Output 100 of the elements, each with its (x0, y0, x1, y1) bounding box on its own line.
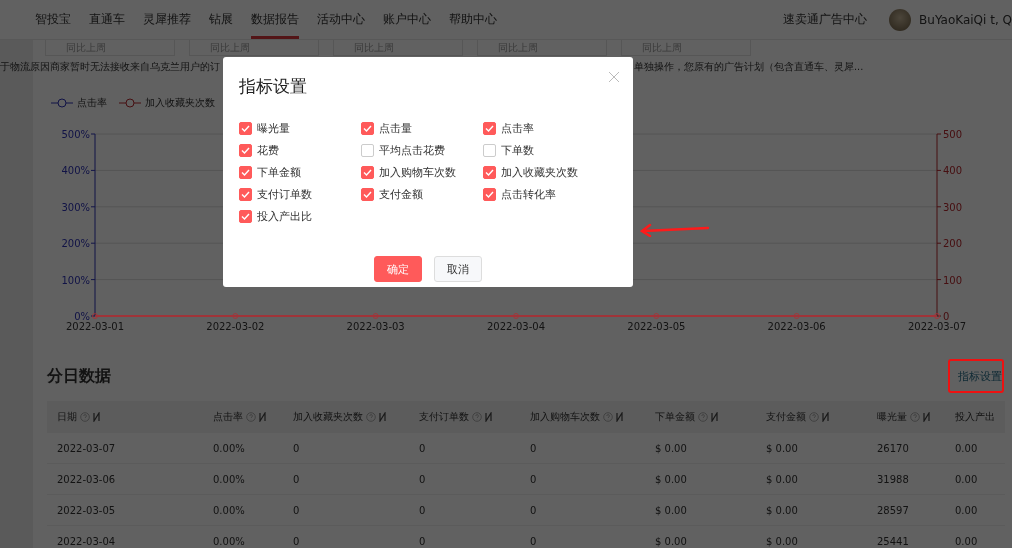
table-cell: 0 (283, 433, 409, 464)
sort-icon[interactable] (822, 412, 829, 422)
table-cell: 0 (283, 525, 409, 548)
column-header[interactable]: 点击率 (213, 410, 243, 424)
checkbox[interactable] (239, 165, 252, 179)
nav-tab[interactable]: 钻展 (209, 0, 233, 39)
checkbox-label[interactable]: 下单金额 (257, 164, 301, 180)
y-axis-label: 500% (61, 129, 90, 140)
sort-icon[interactable] (711, 412, 718, 422)
table-cell: 0.00 (945, 463, 1005, 495)
checkbox-label[interactable]: 点击转化率 (501, 186, 556, 202)
sort-icon[interactable] (93, 412, 100, 422)
y-axis-label: 500 (943, 129, 963, 140)
sort-icon[interactable] (379, 412, 386, 422)
nav-tab[interactable]: 智投宝 (35, 0, 71, 39)
help-icon[interactable] (698, 412, 708, 422)
checkbox-label[interactable]: 点击率 (501, 120, 534, 136)
nav-tab[interactable]: 直通车 (89, 0, 125, 39)
table-cell: 0 (409, 433, 520, 464)
checkbox-label[interactable]: 曝光量 (257, 120, 290, 136)
table-cell: $ 0.00 (645, 525, 756, 548)
avatar[interactable] (889, 8, 912, 31)
y-axis-label: 300 (943, 201, 963, 213)
metric-settings-link[interactable]: 指标设置 (958, 368, 1002, 384)
user-name[interactable]: BuYaoKaiQi t, Q (919, 12, 1012, 27)
checkbox-label[interactable]: 下单数 (501, 142, 534, 158)
nav-tab[interactable]: 活动中心 (317, 0, 365, 39)
sort-icon[interactable] (485, 412, 492, 422)
x-axis-label: 2022-03-01 (65, 321, 125, 330)
nav-tab[interactable]: 灵犀推荐 (143, 0, 191, 39)
checkbox[interactable] (361, 143, 374, 157)
table-cell: 0 (520, 525, 645, 548)
checkbox[interactable] (239, 187, 252, 201)
checkbox-label[interactable]: 投入产出比 (257, 208, 312, 224)
sort-icon[interactable] (923, 412, 930, 422)
table-cell: 2022-03-04 (47, 525, 203, 548)
checkbox[interactable] (239, 121, 252, 135)
checkbox-label[interactable]: 平均点击花费 (379, 142, 445, 158)
cancel-button[interactable]: 取消 (434, 256, 482, 282)
help-icon[interactable] (603, 412, 613, 422)
checkbox-label[interactable]: 加入收藏夹次数 (501, 164, 578, 180)
y-axis-label: 200% (61, 238, 90, 250)
table-cell: $ 0.00 (645, 433, 756, 464)
checkbox[interactable] (483, 165, 496, 179)
table-cell: 0 (520, 433, 645, 464)
table-cell: 0 (409, 463, 520, 495)
table-cell: 25441 (867, 525, 945, 548)
checkbox[interactable] (361, 187, 374, 201)
table-cell: 0.00 (945, 433, 1005, 464)
table-cell: 28597 (867, 494, 945, 526)
help-icon[interactable] (809, 412, 819, 422)
help-icon[interactable] (472, 412, 482, 422)
checkbox[interactable] (361, 165, 374, 179)
x-axis-label: 2022-03-02 (206, 321, 265, 330)
table-cell: 0.00% (203, 463, 283, 495)
column-header[interactable]: 支付金额 (766, 410, 806, 424)
help-icon[interactable] (910, 412, 920, 422)
checkbox-label[interactable]: 支付订单数 (257, 186, 312, 202)
nav-tab[interactable]: 账户中心 (383, 0, 431, 39)
help-icon[interactable] (366, 412, 376, 422)
checkbox-label[interactable]: 支付金额 (379, 186, 423, 202)
table-cell: 0 (283, 494, 409, 526)
checkbox[interactable] (361, 121, 374, 135)
dialog-title: 指标设置 (239, 75, 307, 98)
checkbox[interactable] (239, 209, 252, 223)
arrow-drawing (640, 223, 710, 237)
sort-icon[interactable] (259, 412, 266, 422)
table-cell: 26170 (867, 433, 945, 464)
table-cell: 0.00% (203, 433, 283, 464)
help-icon[interactable] (246, 412, 256, 422)
confirm-button[interactable]: 确定 (374, 256, 422, 282)
help-icon[interactable] (80, 412, 90, 422)
sort-icon[interactable] (616, 412, 623, 422)
table-cell: 0.00 (945, 494, 1005, 526)
table-cell: $ 0.00 (756, 494, 867, 526)
checkbox-label[interactable]: 点击量 (379, 120, 412, 136)
table-cell: $ 0.00 (756, 433, 867, 464)
ad-center-link[interactable]: 速卖通广告中心 (783, 11, 868, 28)
checkbox[interactable] (239, 143, 252, 157)
column-header[interactable]: 曝光量 (877, 410, 907, 424)
checkbox[interactable] (483, 187, 496, 201)
table-cell: $ 0.00 (645, 463, 756, 495)
checkbox-label[interactable]: 加入购物车次数 (379, 164, 456, 180)
table-cell: 0 (520, 463, 645, 495)
notice-text: 单独操作，您原有的广告计划（包含直通车、灵犀... (634, 60, 864, 74)
legend-label[interactable]: 点击率 (77, 96, 107, 110)
checkbox-label[interactable]: 花费 (257, 142, 279, 158)
y-axis-label: 200 (943, 238, 963, 250)
y-axis-label: 400 (943, 165, 963, 177)
legend-label[interactable]: 加入收藏夹次数 (145, 96, 215, 110)
x-axis-label: 2022-03-06 (767, 321, 826, 330)
x-axis-label: 2022-03-05 (627, 321, 686, 330)
checkbox[interactable] (483, 143, 496, 157)
table-cell: 0 (283, 463, 409, 495)
close-icon[interactable] (609, 72, 619, 82)
checkbox[interactable] (483, 121, 496, 135)
table-cell: 0.00 (945, 525, 1005, 548)
highlight-frame (948, 359, 1004, 393)
nav-tab[interactable]: 帮助中心 (449, 0, 497, 39)
table-cell: $ 0.00 (645, 494, 756, 526)
